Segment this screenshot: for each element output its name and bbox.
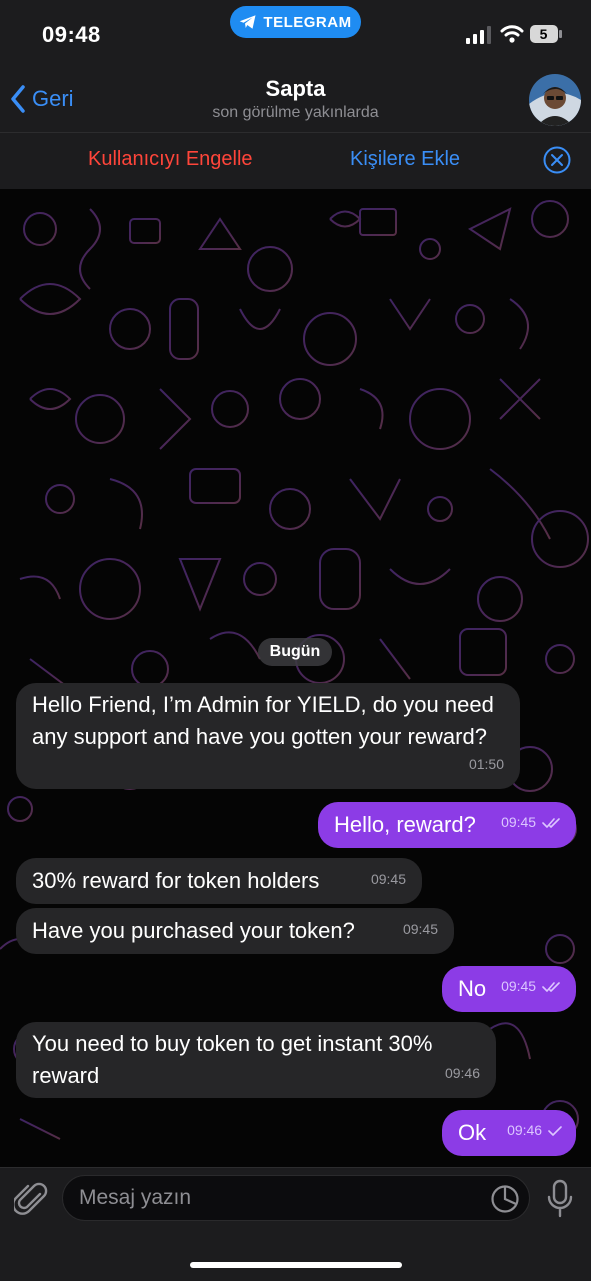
- avatar[interactable]: [529, 74, 581, 126]
- avatar-image: [529, 74, 581, 126]
- close-icon[interactable]: [543, 146, 571, 174]
- chat-title[interactable]: Sapta: [0, 76, 591, 102]
- message-text: 30% reward for token holders: [32, 868, 320, 893]
- attach-icon[interactable]: [14, 1180, 48, 1218]
- cellular-signal-icon: [466, 26, 491, 44]
- message-time: 09:45: [501, 814, 537, 830]
- message-time: 09:45: [402, 921, 438, 937]
- message-input[interactable]: Mesaj yazın: [62, 1175, 530, 1221]
- message-text: Ok: [458, 1120, 487, 1145]
- check-icon: [548, 1126, 562, 1137]
- double-check-icon: [542, 818, 560, 829]
- message-text: You need to buy token to get instant 30%…: [32, 1031, 433, 1088]
- message-text: Have you purchased your token?: [32, 918, 355, 943]
- telegram-pill[interactable]: TELEGRAM: [230, 6, 361, 38]
- message-time: 09:45: [501, 978, 537, 994]
- message-time: 09:45: [370, 871, 406, 887]
- message-bubble-outgoing[interactable]: Hello, reward? 09:45: [318, 802, 576, 848]
- battery-indicator: 5: [529, 24, 563, 44]
- last-seen-status: son görülme yakınlarda: [212, 104, 379, 121]
- message-text: Hello Friend, I’m Admin for YIELD, do yo…: [32, 692, 494, 749]
- mic-icon[interactable]: [546, 1179, 574, 1219]
- message-bubble-incoming[interactable]: You need to buy token to get instant 30%…: [16, 1022, 496, 1098]
- add-contact-button[interactable]: Kişilere Ekle: [350, 148, 460, 171]
- chat-area[interactable]: [0, 189, 591, 1167]
- telegram-pill-label: TELEGRAM: [263, 13, 352, 31]
- message-bubble-outgoing[interactable]: Ok 09:46: [442, 1110, 576, 1156]
- battery-level: 5: [539, 26, 548, 42]
- status-time: 09:48: [42, 22, 101, 47]
- message-time: 09:46: [444, 1065, 480, 1081]
- message-bubble-outgoing[interactable]: No 09:45: [442, 966, 576, 1012]
- double-check-icon: [542, 982, 560, 993]
- message-time: 09:46: [507, 1122, 543, 1138]
- message-bubble-incoming[interactable]: 30% reward for token holders 09:45: [16, 858, 422, 904]
- date-separator: Bugün: [258, 638, 332, 666]
- message-bubble-incoming[interactable]: Hello Friend, I’m Admin for YIELD, do yo…: [16, 683, 520, 789]
- message-text: No: [458, 976, 487, 1001]
- home-indicator[interactable]: [190, 1262, 402, 1268]
- message-input-placeholder: Mesaj yazın: [79, 1186, 192, 1209]
- block-user-button[interactable]: Kullanıcıyı Engelle: [88, 148, 253, 171]
- sticker-icon[interactable]: [490, 1184, 520, 1214]
- telegram-icon: [240, 15, 256, 29]
- wifi-icon: [500, 25, 524, 43]
- message-time: 01:50: [468, 756, 504, 772]
- message-text: Hello, reward?: [334, 812, 476, 837]
- message-bubble-incoming[interactable]: Have you purchased your token? 09:45: [16, 908, 454, 954]
- chat-wallpaper: [0, 200, 589, 1140]
